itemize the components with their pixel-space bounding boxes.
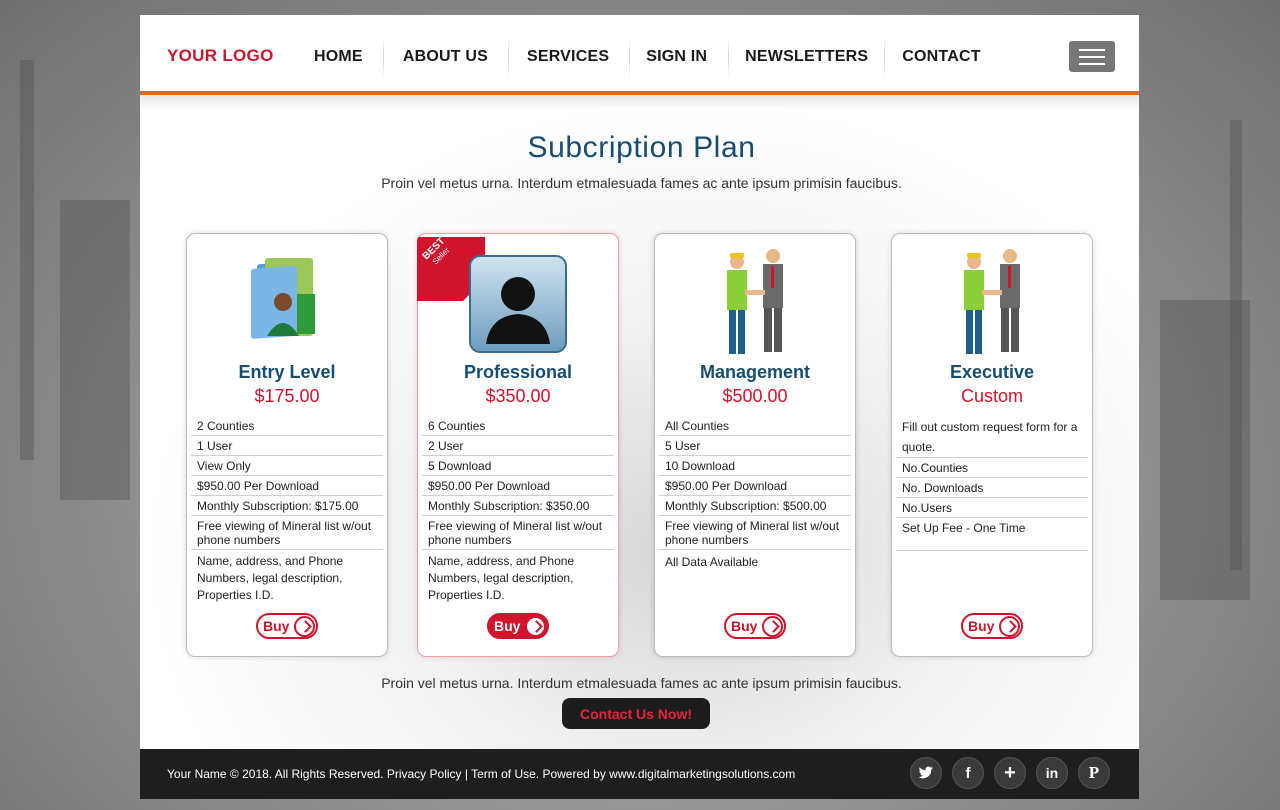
social-links: f + in P [910,757,1110,789]
plan-feature: 5 User [659,436,851,456]
copyright-text: Your Name © 2018. All Rights Reserved. P… [167,767,796,781]
plan-feature: $950.00 Per Download [422,476,614,496]
page-subtitle: Proin vel metus urna. Interdum etmalesua… [381,175,902,191]
folder-user-icon [251,258,315,339]
buy-button[interactable]: Buy [256,613,318,639]
nav-sign-in[interactable]: SIGN IN [630,37,728,77]
buy-button[interactable]: Buy [724,613,786,639]
plan-feature: 2 User [422,436,614,456]
arrow-right-icon [525,616,546,637]
plan-card-executive: Executive Custom Fill out custom request… [891,233,1093,657]
plan-feature: Free viewing of Mineral list w/out phone… [659,516,851,550]
nav-newsletters[interactable]: NEWSLETTERS [729,37,884,77]
linkedin-icon[interactable]: in [1036,757,1068,789]
buy-button[interactable]: Buy [961,613,1023,639]
plan-price: $500.00 [722,386,788,406]
plan-card-professional: BEST Seller Professional $350.00 6 Counti… [417,233,619,657]
plan-feature: 2 Counties [191,416,383,436]
plan-feature: Monthly Subscription: $500.00 [659,496,851,516]
plan-feature: No.Users [896,498,1088,518]
arrow-right-icon [999,616,1020,637]
plan-feature: Fill out custom request form for a quote… [896,416,1088,458]
plan-price: Custom [960,386,1023,406]
plan-name: Executive [949,362,1035,382]
plan-feature: 6 Counties [422,416,614,436]
plan-feature: Free viewing of Mineral list w/out phone… [422,516,614,550]
plan-feature: 10 Download [659,456,851,476]
plan-feature: Monthly Subscription: $350.00 [422,496,614,516]
pinterest-icon[interactable]: P [1078,757,1110,789]
bottom-text: Proin vel metus urna. Interdum etmalesua… [381,675,902,691]
refinery-tower-graphic [1230,120,1242,570]
user-silhouette-icon [469,255,567,353]
twitter-icon[interactable] [910,757,942,789]
plan-features: 6 Counties 2 User 5 Download $950.00 Per… [422,416,614,604]
plan-feature: No.Counties [896,458,1088,478]
facebook-icon[interactable]: f [952,757,984,789]
plan-feature: Name, address, and Phone Numbers, legal … [197,554,344,602]
site-logo[interactable]: YOUR LOGO [167,46,274,66]
handshake-people-icon [727,249,783,354]
plan-card-management: Management $500.00 All Counties 5 User 1… [654,233,856,657]
plan-feature: Set Up Fee - One Time [896,518,1088,551]
refinery-tower-graphic [20,60,34,460]
plan-feature: All Counties [659,416,851,436]
plan-feature: No. Downloads [896,478,1088,498]
plan-features: All Counties 5 User 10 Download $950.00 … [659,416,851,570]
arrow-right-icon [762,616,783,637]
plan-feature: Name, address, and Phone Numbers, legal … [428,554,575,602]
plan-card-entry-level: Entry Level $175.00 2 Counties 1 User Vi… [186,233,388,657]
nav-services[interactable]: SERVICES [509,37,629,77]
page-title: Subcription Plan [527,131,756,164]
plan-feature: 5 Download [422,456,614,476]
plan-feature: 1 User [191,436,383,456]
handshake-people-icon [964,249,1020,354]
plan-name: Management [699,362,811,382]
hamburger-icon [1079,48,1105,51]
menu-toggle-button[interactable] [1069,41,1115,72]
plan-feature: $950.00 Per Download [191,476,383,496]
plan-features: Fill out custom request form for a quote… [896,416,1088,551]
refinery-structure-graphic [60,200,130,500]
nav-about-us[interactable]: ABOUT US [384,37,508,77]
plan-name: Entry Level [238,362,336,382]
plan-price: $350.00 [485,386,551,406]
nav-contact[interactable]: CONTACT [885,37,980,77]
plan-feature: Free viewing of Mineral list w/out phone… [191,516,383,550]
contact-us-button[interactable]: Contact Us Now! [562,698,710,729]
buy-button[interactable]: Buy [487,613,549,639]
plan-feature: Monthly Subscription: $175.00 [191,496,383,516]
main-nav: HOME ABOUT US SERVICES SIGN IN NEWSLETTE… [300,35,981,79]
plan-feature: $950.00 Per Download [659,476,851,496]
arrow-right-icon [294,616,315,637]
site-footer: Your Name © 2018. All Rights Reserved. P… [140,749,1139,799]
plan-feature: View Only [191,456,383,476]
page-container: YOUR LOGO HOME ABOUT US SERVICES SIGN IN… [140,15,1139,799]
site-header: YOUR LOGO HOME ABOUT US SERVICES SIGN IN… [140,15,1139,91]
plan-feature: All Data Available [665,554,759,569]
plan-features: 2 Counties 1 User View Only $950.00 Per … [191,416,383,604]
plan-name: Professional [463,362,573,382]
plus-icon[interactable]: + [994,757,1026,789]
main-content: Subcription Plan Proin vel metus urna. I… [140,95,1139,749]
plan-price: $175.00 [254,386,320,406]
nav-home[interactable]: HOME [300,37,383,77]
